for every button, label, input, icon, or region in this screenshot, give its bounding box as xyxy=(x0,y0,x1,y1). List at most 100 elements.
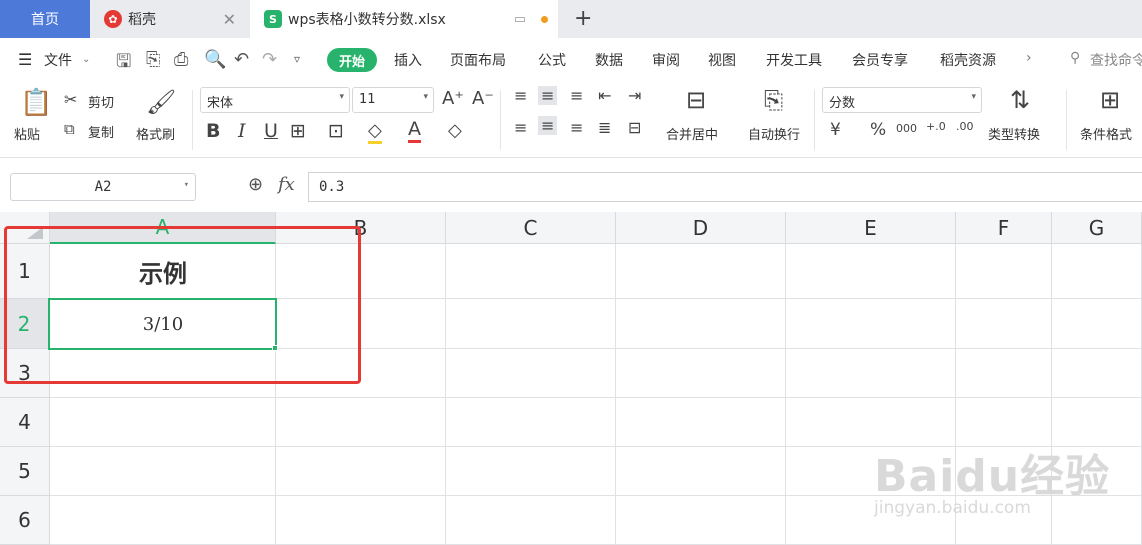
font-size-select[interactable]: 11 ▾ xyxy=(352,87,434,113)
grid-cell[interactable] xyxy=(276,496,446,545)
grid-cell[interactable] xyxy=(786,349,956,398)
grid-cell[interactable] xyxy=(446,244,616,299)
grid-cell[interactable] xyxy=(446,349,616,398)
indent-increase-icon[interactable]: ⇥ xyxy=(628,86,641,105)
tab-home[interactable]: 首页 xyxy=(0,0,90,38)
menu-review[interactable]: 审阅 xyxy=(652,50,680,70)
menu-start[interactable]: 开始 xyxy=(327,48,377,72)
save-icon[interactable]: 🖫 xyxy=(116,49,131,79)
grid-cell[interactable] xyxy=(446,447,616,496)
insert-function-icon[interactable]: fx xyxy=(278,174,295,195)
print-preview-icon[interactable]: 🔍 xyxy=(204,49,226,70)
grid-cell[interactable] xyxy=(616,447,786,496)
paste-button[interactable]: 粘贴 xyxy=(14,124,40,143)
redo-icon[interactable]: ↷ xyxy=(262,49,277,70)
underline-icon[interactable]: U xyxy=(264,120,278,142)
indent-decrease-icon[interactable]: ⇤ xyxy=(598,86,611,105)
thousands-icon[interactable]: 000 xyxy=(896,122,917,135)
grid-cell[interactable] xyxy=(786,299,956,349)
decrease-decimal-icon[interactable]: .00 xyxy=(956,120,974,133)
name-box[interactable]: A2 ▾ xyxy=(10,173,196,201)
align-center-icon[interactable]: ≡ xyxy=(538,116,558,135)
column-header-f[interactable]: F xyxy=(956,212,1052,244)
search-icon[interactable]: ⚲ xyxy=(1070,50,1080,66)
undo-icon[interactable]: ↶ xyxy=(234,49,249,70)
cell-style-icon[interactable]: ⊡ xyxy=(328,120,344,142)
menu-developer[interactable]: 开发工具 xyxy=(766,50,822,70)
export-icon[interactable]: ⎘ xyxy=(146,49,160,70)
row-header-6[interactable]: 6 xyxy=(0,496,50,545)
wrap-text-icon[interactable]: ⎘ xyxy=(764,86,783,114)
menu-file[interactable]: 文件 xyxy=(44,50,72,70)
column-header-d[interactable]: D xyxy=(616,212,786,244)
monitor-icon[interactable]: ▭ xyxy=(514,12,526,27)
cut-button[interactable]: 剪切 xyxy=(88,92,114,111)
merge-center-icon[interactable]: ⊟ xyxy=(686,86,706,114)
justify-icon[interactable]: ≣ xyxy=(598,118,611,137)
menu-formula[interactable]: 公式 xyxy=(538,50,566,70)
zoom-formula-icon[interactable]: ⊕ xyxy=(248,174,263,195)
grid-cell[interactable] xyxy=(446,496,616,545)
close-icon[interactable]: ✕ xyxy=(223,10,236,29)
print-icon[interactable]: ⎙ xyxy=(174,49,188,70)
align-bottom-icon[interactable]: ≡ xyxy=(570,86,583,105)
format-painter-icon[interactable]: 🖌 xyxy=(146,88,176,116)
grid-cell[interactable] xyxy=(616,244,786,299)
grid-cell[interactable] xyxy=(1052,299,1142,349)
percent-icon[interactable]: % xyxy=(870,120,886,140)
align-left-icon[interactable]: ≡ xyxy=(514,118,527,137)
formula-input[interactable]: 0.3 xyxy=(308,172,1142,202)
menu-member[interactable]: 会员专享 xyxy=(852,50,908,70)
type-convert-icon[interactable]: ⇅ xyxy=(1010,86,1030,114)
conditional-format-icon[interactable]: ⊞ xyxy=(1100,86,1120,114)
grid-cell[interactable] xyxy=(50,398,276,447)
hamburger-icon[interactable]: ☰ xyxy=(18,50,32,69)
font-name-select[interactable]: 宋体 ▾ xyxy=(200,87,350,113)
scissors-icon[interactable]: ✂ xyxy=(64,90,77,109)
grid-cell[interactable] xyxy=(616,398,786,447)
grid-cell[interactable] xyxy=(50,496,276,545)
tab-docer[interactable]: ✿ 稻壳 ✕ xyxy=(92,0,248,38)
column-header-g[interactable]: G xyxy=(1052,212,1142,244)
grid-cell[interactable] xyxy=(50,447,276,496)
grid-cell[interactable] xyxy=(446,299,616,349)
grid-cell[interactable] xyxy=(276,398,446,447)
row-header-4[interactable]: 4 xyxy=(0,398,50,447)
grid-cell[interactable] xyxy=(786,244,956,299)
grid-cell[interactable] xyxy=(956,299,1052,349)
bold-icon[interactable]: B xyxy=(206,120,220,142)
copy-button[interactable]: 复制 xyxy=(88,122,114,141)
grid-cell[interactable] xyxy=(446,398,616,447)
align-top-icon[interactable]: ≡ xyxy=(514,86,527,105)
merge-center-button[interactable]: 合并居中 xyxy=(666,124,718,143)
chevron-down-icon[interactable]: ⌄ xyxy=(82,54,90,65)
menu-page-layout[interactable]: 页面布局 xyxy=(450,50,506,70)
grid-cell[interactable] xyxy=(616,496,786,545)
grid-cell[interactable] xyxy=(1052,349,1142,398)
align-right-icon[interactable]: ≡ xyxy=(570,118,583,137)
font-shrink-icon[interactable]: A⁻ xyxy=(472,88,494,109)
conditional-format-button[interactable]: 条件格式 xyxy=(1080,124,1132,143)
font-color-icon[interactable]: A xyxy=(408,118,421,143)
eraser-icon[interactable]: ◇ xyxy=(448,120,462,141)
tab-workbook[interactable]: S wps表格小数转分数.xlsx ▭ xyxy=(250,0,558,38)
grid-cell[interactable] xyxy=(1052,244,1142,299)
menu-view[interactable]: 视图 xyxy=(708,50,736,70)
menu-docer-resources[interactable]: 稻壳资源 xyxy=(940,50,996,70)
menu-insert[interactable]: 插入 xyxy=(394,50,422,70)
grid-cell[interactable] xyxy=(616,349,786,398)
format-painter-button[interactable]: 格式刷 xyxy=(136,124,175,143)
paste-icon[interactable]: 📋 xyxy=(20,88,52,118)
more-quick-icon[interactable]: ▿ xyxy=(294,52,300,66)
column-header-e[interactable]: E xyxy=(786,212,956,244)
grid-cell[interactable] xyxy=(956,349,1052,398)
wrap-text-button[interactable]: 自动换行 xyxy=(748,124,800,143)
menu-data[interactable]: 数据 xyxy=(595,50,623,70)
grid-cell[interactable] xyxy=(956,244,1052,299)
distributed-icon[interactable]: ⊟ xyxy=(628,118,641,137)
column-header-c[interactable]: C xyxy=(446,212,616,244)
font-grow-icon[interactable]: A⁺ xyxy=(442,88,464,109)
type-convert-button[interactable]: 类型转换 xyxy=(988,124,1040,143)
increase-decimal-icon[interactable]: +.0 xyxy=(926,120,946,133)
row-header-5[interactable]: 5 xyxy=(0,447,50,496)
